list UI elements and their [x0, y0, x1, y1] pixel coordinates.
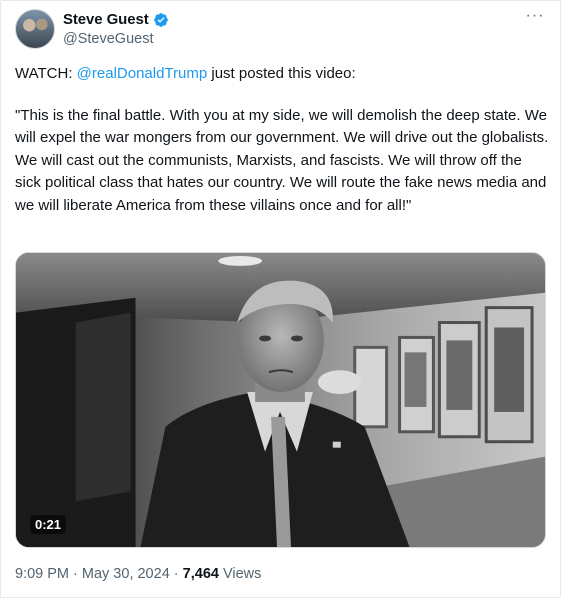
- views-count: 7,464: [182, 566, 219, 582]
- tweet-date[interactable]: May 30, 2024: [82, 566, 170, 582]
- tweet-intro: WATCH: @realDonaldTrump just posted this…: [15, 63, 550, 86]
- verified-badge-icon: [153, 12, 169, 28]
- author-name-row: Steve Guest: [63, 11, 169, 28]
- avatar[interactable]: [15, 9, 55, 49]
- tweet-suffix: just posted this video:: [207, 65, 356, 82]
- tweet-quote: "This is the final battle. With you at m…: [15, 106, 549, 214]
- video-thumbnail: [16, 253, 545, 547]
- author-display-name[interactable]: Steve Guest: [63, 11, 149, 28]
- video-player[interactable]: 0:21: [15, 252, 546, 548]
- meta-separator: ·: [169, 566, 183, 582]
- tweet-prefix: WATCH:: [15, 65, 77, 82]
- tweet-time[interactable]: 9:09 PM: [15, 566, 69, 582]
- more-options-icon[interactable]: ···: [524, 8, 546, 29]
- tweet-card: Steve Guest @SteveGuest ··· WATCH: @real…: [0, 0, 561, 598]
- tweet-header: Steve Guest @SteveGuest ···: [15, 8, 546, 53]
- tweet-text: WATCH: @realDonaldTrump just posted this…: [15, 63, 550, 217]
- views-label: Views: [218, 566, 262, 582]
- meta-separator: ·: [69, 566, 82, 582]
- mention-link[interactable]: @realDonaldTrump: [77, 65, 208, 82]
- tweet-meta: 9:09 PM · May 30, 2024 · 7,464 Views: [15, 566, 261, 582]
- video-duration-badge: 0:21: [30, 515, 67, 534]
- author-handle[interactable]: @SteveGuest: [63, 31, 153, 47]
